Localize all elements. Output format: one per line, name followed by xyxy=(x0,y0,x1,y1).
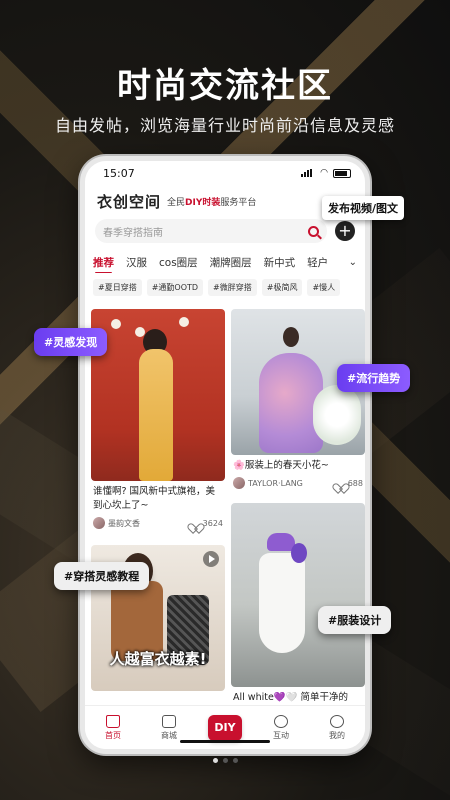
app-logo: 衣创空间 xyxy=(97,192,162,211)
nav-interact[interactable]: 互动 xyxy=(261,714,301,741)
signal-icon xyxy=(301,169,315,177)
tag-bubble-tutorial: #穿搭灵感教程 xyxy=(54,562,150,590)
wifi-icon: ◠ xyxy=(320,168,328,178)
like-count[interactable]: 688 xyxy=(336,479,363,488)
post-image xyxy=(91,309,225,481)
play-icon[interactable] xyxy=(203,551,219,567)
promo-subline: 自由发帖，浏览海量行业时尚前沿信息及灵感 xyxy=(54,116,395,135)
avatar xyxy=(93,517,105,529)
hashtag-chip[interactable]: #极简风 xyxy=(261,279,303,296)
home-indicator xyxy=(180,740,270,743)
hashtag-chip[interactable]: #慢人 xyxy=(307,279,341,296)
search-row: 春季穿搭指南 + xyxy=(85,219,365,243)
model-dress xyxy=(259,553,305,653)
pager-dot[interactable] xyxy=(212,758,218,763)
phone-mockup: 15:07 ◠ 衣创空间 全民DIY时装服务平台 春季穿搭指南 + 推荐 汉服 … xyxy=(80,156,370,754)
hashtag-chip[interactable]: #夏日穿搭 xyxy=(93,279,142,296)
tag-bubble-trend: #流行趋势 xyxy=(337,364,411,392)
message-icon xyxy=(274,714,288,728)
tag-bubble-inspiration: #灵感发现 xyxy=(34,328,108,356)
post-meta: 墨韵文香 3624 xyxy=(91,513,225,529)
nav-diy[interactable]: DIY xyxy=(205,714,245,741)
category-tabs: 推荐 汉服 cos圈层 潮牌圈层 新中式 轻户 ⌄ xyxy=(85,251,365,273)
add-post-button[interactable]: + xyxy=(335,221,355,241)
shop-icon xyxy=(162,714,176,728)
tab-recommend[interactable]: 推荐 xyxy=(93,255,114,273)
heart-icon xyxy=(191,519,200,527)
post-feed: 谁懂啊? 国风新中式旗袍，美到心坎上了~ 墨韵文香 3624 🌸服装上的春天小花… xyxy=(91,309,365,705)
status-icons: ◠ xyxy=(301,168,351,178)
model-head xyxy=(283,327,299,347)
post-title: 🌸服装上的春天小花~ xyxy=(233,460,329,471)
search-icon[interactable] xyxy=(308,225,319,237)
nav-shop[interactable]: 商城 xyxy=(149,714,189,741)
heart-icon xyxy=(336,479,345,487)
hashtag-chip[interactable]: #通勤OOTD xyxy=(146,279,204,296)
publish-callout: 发布视频/图文 xyxy=(322,196,405,220)
post-author[interactable]: 墨韵文香 xyxy=(93,517,140,529)
bouquet-decoration xyxy=(291,543,307,563)
tab-light[interactable]: 轻户 xyxy=(307,255,328,270)
profile-icon xyxy=(330,714,344,728)
tab-streetwear[interactable]: 潮牌圈层 xyxy=(210,255,252,270)
status-time: 15:07 xyxy=(103,166,135,180)
promo-headline: 时尚交流社区 xyxy=(117,66,333,106)
nav-profile[interactable]: 我的 xyxy=(317,714,357,741)
post-title: 谁懂啊? 国风新中式旗袍，美到心坎上了~ xyxy=(93,486,216,511)
tag-bubble-design: #服装设计 xyxy=(318,606,392,634)
hashtag-chips: #夏日穿搭 #通勤OOTD #微胖穿搭 #极简风 #慢人 xyxy=(85,273,365,302)
post-card[interactable]: 🌸服装上的春天小花~ TAYLOR·LANG 688 xyxy=(231,309,365,489)
like-count[interactable]: 3624 xyxy=(191,519,223,528)
diy-icon[interactable]: DIY xyxy=(208,714,242,741)
post-author[interactable]: TAYLOR·LANG xyxy=(233,477,303,489)
search-input[interactable]: 春季穿搭指南 xyxy=(95,219,327,243)
post-card[interactable]: All white💜🤍 简单干净的 xyxy=(231,503,365,705)
model-dress xyxy=(139,349,173,481)
battery-icon xyxy=(333,168,351,178)
blossom-decoration xyxy=(179,317,189,327)
blossom-decoration xyxy=(111,319,121,329)
flower-decoration xyxy=(313,385,361,445)
video-caption: 人越富衣越素! xyxy=(109,650,207,668)
post-meta: TAYLOR·LANG 688 xyxy=(231,473,365,489)
pager-dot[interactable] xyxy=(232,758,238,763)
post-image xyxy=(231,503,365,687)
carousel-pager xyxy=(0,758,450,763)
hashtag-chip[interactable]: #微胖穿搭 xyxy=(208,279,257,296)
tab-hanfu[interactable]: 汉服 xyxy=(126,255,147,270)
nav-home[interactable]: 首页 xyxy=(93,714,133,741)
status-bar: 15:07 ◠ xyxy=(85,161,365,185)
chevron-down-icon[interactable]: ⌄ xyxy=(345,257,357,268)
search-placeholder: 春季穿搭指南 xyxy=(103,227,163,239)
app-slogan: 全民DIY时装服务平台 xyxy=(167,197,257,208)
home-icon xyxy=(106,714,120,728)
tab-new-chinese[interactable]: 新中式 xyxy=(264,255,296,270)
app-screen: 15:07 ◠ 衣创空间 全民DIY时装服务平台 春季穿搭指南 + 推荐 汉服 … xyxy=(85,161,365,749)
post-title: All white💜🤍 简单干净的 xyxy=(233,692,348,703)
tab-cos[interactable]: cos圈层 xyxy=(159,255,198,270)
post-card[interactable]: 谁懂啊? 国风新中式旗袍，美到心坎上了~ 墨韵文香 3624 xyxy=(91,309,225,529)
avatar xyxy=(233,477,245,489)
pager-dot[interactable] xyxy=(222,758,228,763)
